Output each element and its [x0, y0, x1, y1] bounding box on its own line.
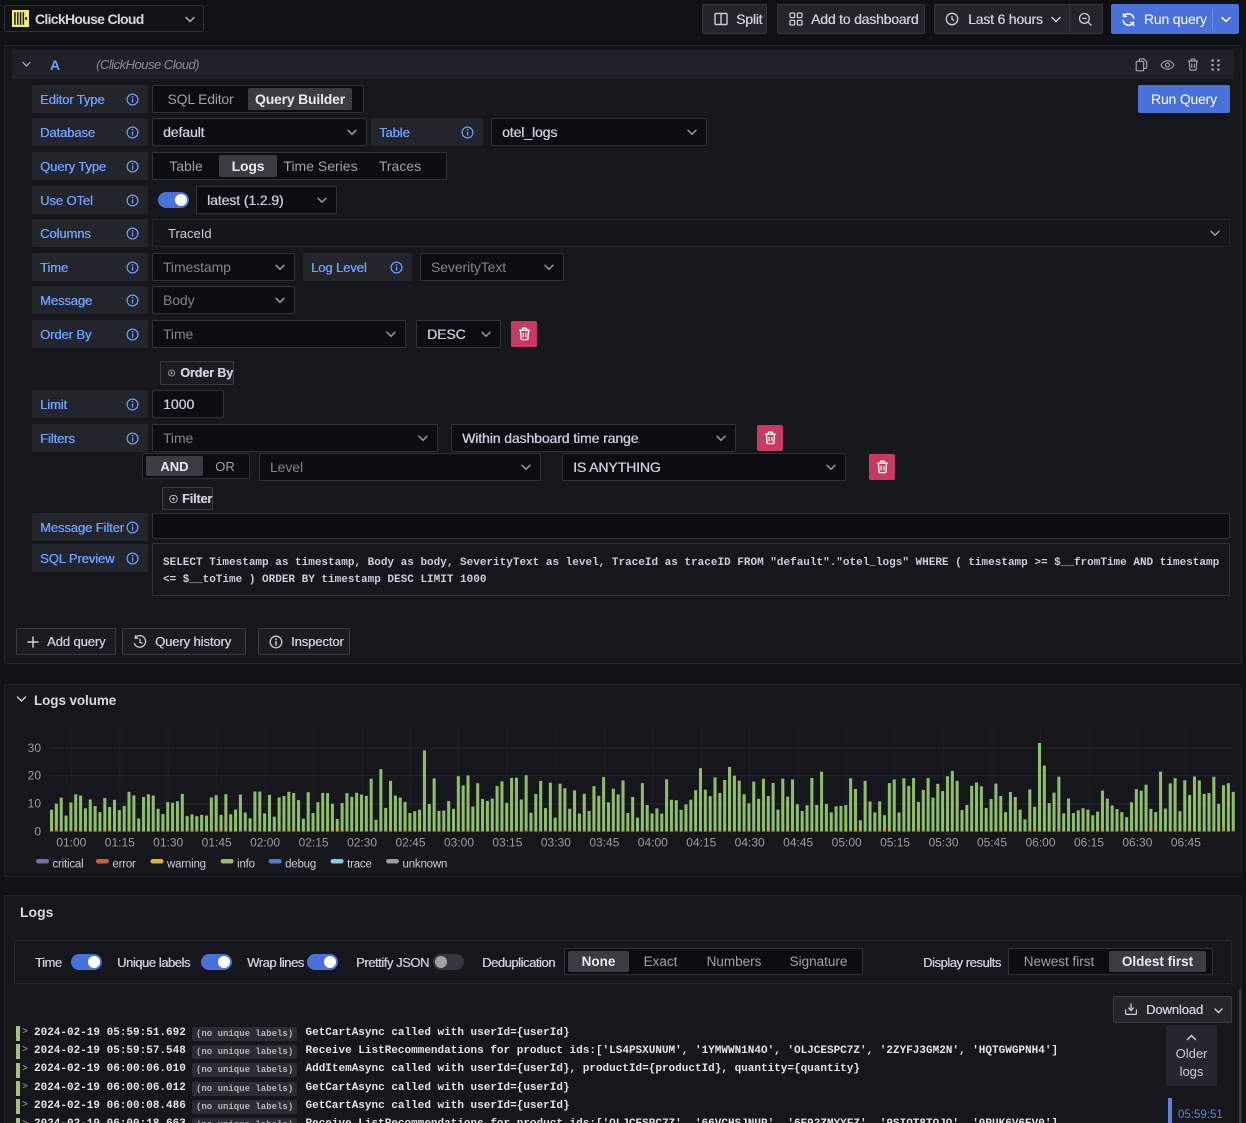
svg-text:02:15: 02:15	[299, 836, 329, 850]
svg-text:04:45: 04:45	[783, 836, 813, 850]
svg-text:06:15: 06:15	[1074, 836, 1104, 850]
svg-text:01:30: 01:30	[153, 836, 183, 850]
svg-text:error: error	[112, 859, 136, 871]
svg-text:01:45: 01:45	[202, 836, 232, 850]
svg-text:06:45: 06:45	[1171, 836, 1201, 850]
svg-text:06:30: 06:30	[1122, 836, 1152, 850]
svg-text:debug: debug	[285, 859, 316, 871]
svg-text:06:00: 06:00	[1025, 836, 1055, 850]
svg-text:03:15: 03:15	[492, 836, 522, 850]
svg-text:info: info	[237, 859, 255, 871]
svg-text:04:15: 04:15	[686, 836, 716, 850]
svg-text:04:30: 04:30	[735, 836, 765, 850]
svg-text:02:45: 02:45	[395, 836, 425, 850]
svg-text:20: 20	[28, 769, 42, 783]
svg-text:02:30: 02:30	[347, 836, 377, 850]
svg-text:03:30: 03:30	[541, 836, 571, 850]
svg-text:unknown: unknown	[403, 859, 448, 871]
svg-text:03:45: 03:45	[589, 836, 619, 850]
svg-text:01:15: 01:15	[105, 836, 135, 850]
svg-text:warning: warning	[166, 859, 206, 871]
svg-text:05:15: 05:15	[880, 836, 910, 850]
svg-text:01:00: 01:00	[56, 836, 86, 850]
svg-text:trace: trace	[347, 859, 372, 871]
svg-text:05:45: 05:45	[977, 836, 1007, 850]
svg-text:02:00: 02:00	[250, 836, 280, 850]
svg-text:05:00: 05:00	[832, 836, 862, 850]
svg-text:03:00: 03:00	[444, 836, 474, 850]
svg-text:critical: critical	[53, 859, 84, 871]
svg-text:10: 10	[28, 797, 42, 811]
svg-text:30: 30	[28, 741, 42, 755]
svg-text:05:30: 05:30	[929, 836, 959, 850]
svg-text:0: 0	[34, 825, 41, 839]
svg-text:04:00: 04:00	[638, 836, 668, 850]
